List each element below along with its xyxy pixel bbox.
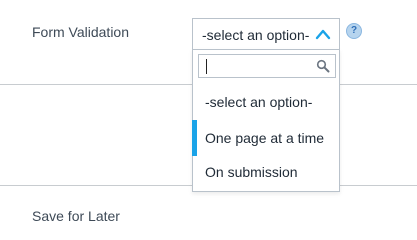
- form-settings-panel: Form Validation Save for Later -select a…: [0, 0, 417, 224]
- dropdown-option-highlighted[interactable]: One page at a time: [192, 120, 339, 156]
- dropdown-search-box[interactable]: [198, 54, 336, 78]
- dropdown-option[interactable]: -select an option-: [193, 84, 339, 120]
- dropdown-option-label: One page at a time: [205, 130, 325, 146]
- form-validation-label: Form Validation: [32, 24, 130, 40]
- highlight-indicator: [192, 120, 197, 156]
- save-for-later-label: Save for Later: [32, 208, 120, 224]
- dropdown-option[interactable]: On submission: [193, 154, 339, 190]
- form-validation-select[interactable]: -select an option-: [192, 18, 340, 50]
- help-icon[interactable]: ?: [346, 23, 362, 39]
- dropdown-search-input[interactable]: [201, 57, 315, 75]
- select-dropdown-menu: -select an option- One page at a time On…: [192, 49, 340, 192]
- magnifier-icon: [316, 59, 330, 73]
- dropdown-option-label: -select an option-: [205, 94, 313, 110]
- text-caret: [206, 59, 207, 74]
- select-value: -select an option-: [202, 27, 310, 43]
- chevron-up-icon[interactable]: [315, 28, 331, 40]
- dropdown-option-label: On submission: [205, 164, 298, 180]
